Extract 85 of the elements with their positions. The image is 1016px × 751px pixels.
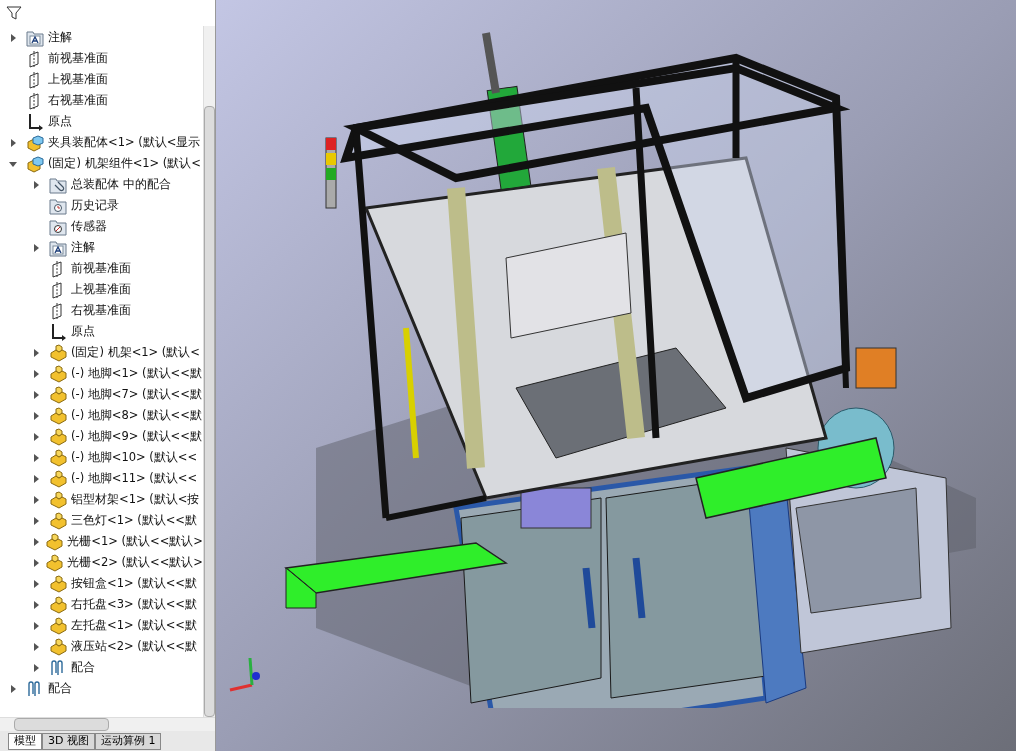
tree-item[interactable]: 三色灯<1> (默认<<默 — [71, 511, 197, 530]
expand-arrow-icon[interactable] — [9, 33, 17, 42]
expand-arrow-icon[interactable] — [32, 411, 40, 420]
tree-item[interactable]: 液压站<2> (默认<<默 — [71, 637, 197, 656]
bottom-tab[interactable]: 运动算例 1 — [94, 732, 162, 750]
tree-item[interactable]: 右托盘<3> (默认<<默 — [71, 595, 197, 614]
vertical-scrollbar[interactable] — [203, 26, 215, 717]
tree-item[interactable]: 左托盘<1> (默认<<默 — [71, 616, 197, 635]
part-icon — [49, 637, 67, 656]
expand-arrow-icon[interactable] — [32, 516, 40, 525]
tree-item[interactable]: 原点 — [48, 112, 72, 131]
part-icon — [49, 511, 67, 530]
tree-item[interactable]: 注解 — [71, 238, 95, 257]
collapse-arrow-icon[interactable] — [9, 159, 17, 168]
part-icon — [49, 595, 67, 614]
expand-arrow-icon[interactable] — [32, 642, 40, 651]
tree-item[interactable]: 注解 — [48, 28, 72, 47]
annotation-folder-icon — [49, 238, 67, 257]
tree-item[interactable]: 前视基准面 — [48, 49, 108, 68]
mates-folder-icon — [49, 175, 67, 194]
expand-arrow-icon[interactable] — [32, 369, 40, 378]
assembly-icon — [26, 154, 44, 173]
tree-item[interactable]: 前视基准面 — [71, 259, 131, 278]
expand-arrow-icon[interactable] — [32, 474, 40, 483]
expand-arrow-icon[interactable] — [32, 390, 40, 399]
part-icon — [49, 364, 67, 383]
expand-arrow-icon[interactable] — [32, 621, 40, 630]
tree-item[interactable]: 总装配体 中的配合 — [71, 175, 171, 194]
part-icon — [49, 616, 67, 635]
annotation-folder-icon — [26, 28, 44, 47]
tree-item[interactable]: 按钮盒<1> (默认<<默 — [71, 574, 197, 593]
model-viewport[interactable] — [216, 0, 1016, 751]
part-icon — [49, 469, 67, 488]
history-folder-icon — [49, 196, 67, 215]
part-icon — [49, 406, 67, 425]
tree-item[interactable]: (-) 地脚<8> (默认<<默 — [71, 406, 202, 425]
expand-arrow-icon[interactable] — [32, 495, 40, 504]
expand-arrow-icon[interactable] — [32, 243, 40, 252]
tree-item[interactable]: 铝型材架<1> (默认<按 — [71, 490, 200, 509]
part-icon — [49, 385, 67, 404]
expand-arrow-icon[interactable] — [32, 579, 40, 588]
filter-icon[interactable] — [6, 5, 22, 21]
tree-item[interactable]: 右视基准面 — [71, 301, 131, 320]
tree-item[interactable]: (-) 地脚<11> (默认<< — [71, 469, 198, 488]
tree-item[interactable]: 传感器 — [71, 217, 107, 236]
tree-item[interactable]: 光栅<2> (默认<<默认> — [67, 553, 203, 572]
tree-item[interactable]: 夹具装配体<1> (默认<显示 — [48, 133, 201, 152]
part-icon — [49, 427, 67, 446]
part-icon — [49, 343, 67, 362]
expand-arrow-icon[interactable] — [32, 663, 40, 672]
tree-item[interactable]: 原点 — [71, 322, 95, 341]
part-icon — [49, 448, 67, 467]
tree-item[interactable]: (-) 地脚<1> (默认<<默 — [71, 364, 202, 383]
bottom-tab[interactable]: 3D 视图 — [42, 732, 95, 750]
expand-arrow-icon[interactable] — [9, 684, 17, 693]
part-icon — [45, 553, 64, 572]
expand-arrow-icon[interactable] — [32, 180, 40, 189]
expand-arrow-icon[interactable] — [32, 600, 40, 609]
tree-item[interactable]: (-) 地脚<9> (默认<<默 — [71, 427, 202, 446]
expand-arrow-icon[interactable] — [32, 453, 40, 462]
expand-arrow-icon[interactable] — [32, 558, 40, 567]
tree-item[interactable]: 历史记录 — [71, 196, 119, 215]
expand-arrow-icon[interactable] — [9, 138, 17, 147]
tree-item[interactable]: (-) 地脚<10> (默认<< — [71, 448, 198, 467]
tree-item[interactable]: 配合 — [71, 658, 95, 677]
expand-arrow-icon[interactable] — [32, 537, 40, 546]
origin-icon — [49, 322, 67, 341]
tree-item[interactable]: (固定) 机架<1> (默认< — [71, 343, 200, 362]
expand-arrow-icon[interactable] — [32, 432, 40, 441]
tree-item[interactable]: (固定) 机架组件<1> (默认< — [48, 154, 201, 173]
tree-item[interactable]: 上视基准面 — [71, 280, 131, 299]
part-icon — [45, 532, 64, 551]
horizontal-scrollbar[interactable] — [0, 717, 215, 731]
part-icon — [49, 490, 67, 509]
tree-item[interactable]: 配合 — [48, 679, 72, 698]
tree-item[interactable]: 上视基准面 — [48, 70, 108, 89]
assembly-icon — [26, 133, 44, 152]
origin-icon — [26, 112, 44, 131]
tree-item[interactable]: 光栅<1> (默认<<默认> — [67, 532, 203, 551]
tree-item[interactable]: 右视基准面 — [48, 91, 108, 110]
sensor-folder-icon — [49, 217, 67, 236]
part-icon — [49, 574, 67, 593]
bottom-tab[interactable]: 模型 — [8, 732, 42, 750]
tree-item[interactable]: (-) 地脚<7> (默认<<默 — [71, 385, 202, 404]
expand-arrow-icon[interactable] — [32, 348, 40, 357]
